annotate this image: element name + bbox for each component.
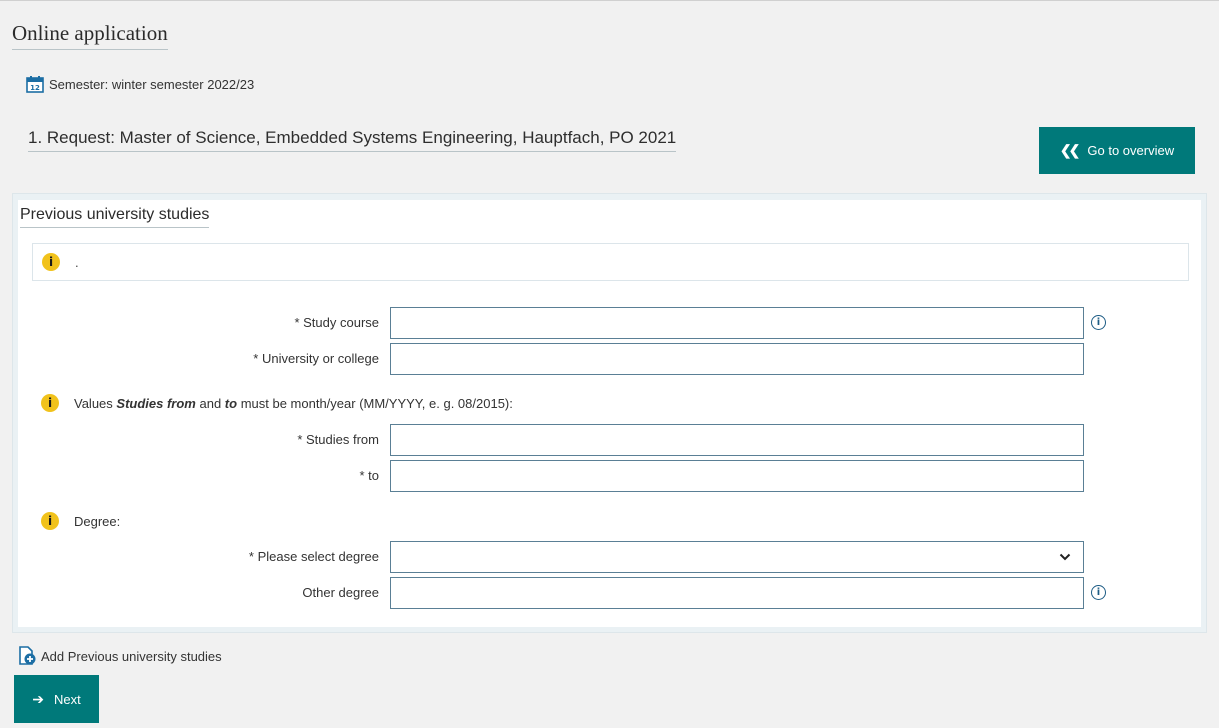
degree-note-text: Degree: bbox=[74, 513, 121, 529]
add-previous-studies-label: Add Previous university studies bbox=[41, 648, 222, 664]
university-label: * University or college bbox=[253, 351, 379, 366]
semester-text: Semester: winter semester 2022/23 bbox=[49, 76, 255, 92]
double-chevron-left-icon: ❮❮ bbox=[1059, 142, 1081, 158]
go-to-overview-label: Go to overview bbox=[1087, 143, 1175, 158]
degree-note: i Degree: bbox=[41, 512, 120, 530]
study-course-label: * Study course bbox=[294, 315, 379, 330]
studies-to-label: * to bbox=[359, 468, 379, 483]
university-row: * University or college bbox=[0, 343, 1219, 375]
application-frame: Online application 12 Semester: winter s… bbox=[0, 0, 1219, 728]
degree-select[interactable] bbox=[390, 541, 1084, 573]
next-button[interactable]: ➔ Next bbox=[14, 675, 99, 723]
study-course-row: * Study course i bbox=[0, 307, 1219, 339]
info-box: i . bbox=[32, 243, 1189, 281]
studies-from-label: * Studies from bbox=[297, 432, 379, 447]
dates-format-note: i Values Studies from and to must be mon… bbox=[41, 394, 513, 412]
request-title: 1. Request: Master of Science, Embedded … bbox=[28, 128, 677, 152]
info-icon: i bbox=[42, 253, 60, 271]
next-label: Next bbox=[54, 691, 81, 707]
studies-to-row: * to bbox=[0, 460, 1219, 492]
page-title: Online application bbox=[12, 21, 168, 50]
university-input[interactable] bbox=[390, 343, 1084, 375]
svg-text:12: 12 bbox=[30, 84, 40, 92]
other-degree-label: Other degree bbox=[302, 585, 379, 600]
degree-select-row: * Please select degree bbox=[0, 541, 1219, 573]
other-degree-row: Other degree i bbox=[0, 577, 1219, 609]
arrow-right-icon: ➔ bbox=[32, 690, 44, 707]
info-icon: i bbox=[41, 512, 59, 530]
semester-indicator: 12 Semester: winter semester 2022/23 bbox=[26, 75, 254, 93]
info-box-text: . bbox=[75, 254, 79, 270]
chevron-down-icon bbox=[1059, 553, 1071, 561]
add-previous-studies-link[interactable]: Add Previous university studies bbox=[17, 646, 222, 666]
other-degree-help-icon[interactable]: i bbox=[1091, 585, 1106, 600]
studies-from-input[interactable] bbox=[390, 424, 1084, 456]
other-degree-input[interactable] bbox=[390, 577, 1084, 609]
dates-note-text: Values Studies from and to must be month… bbox=[74, 395, 513, 411]
section-title: Previous university studies bbox=[20, 206, 210, 228]
go-to-overview-button[interactable]: ❮❮ Go to overview bbox=[1039, 127, 1195, 174]
studies-from-row: * Studies from bbox=[0, 424, 1219, 456]
add-document-icon bbox=[19, 646, 36, 665]
studies-to-input[interactable] bbox=[390, 460, 1084, 492]
info-icon: i bbox=[41, 394, 59, 412]
study-course-input[interactable] bbox=[390, 307, 1084, 339]
study-course-help-icon[interactable]: i bbox=[1091, 315, 1106, 330]
degree-select-label: * Please select degree bbox=[248, 549, 379, 564]
calendar-icon: 12 bbox=[26, 76, 44, 93]
